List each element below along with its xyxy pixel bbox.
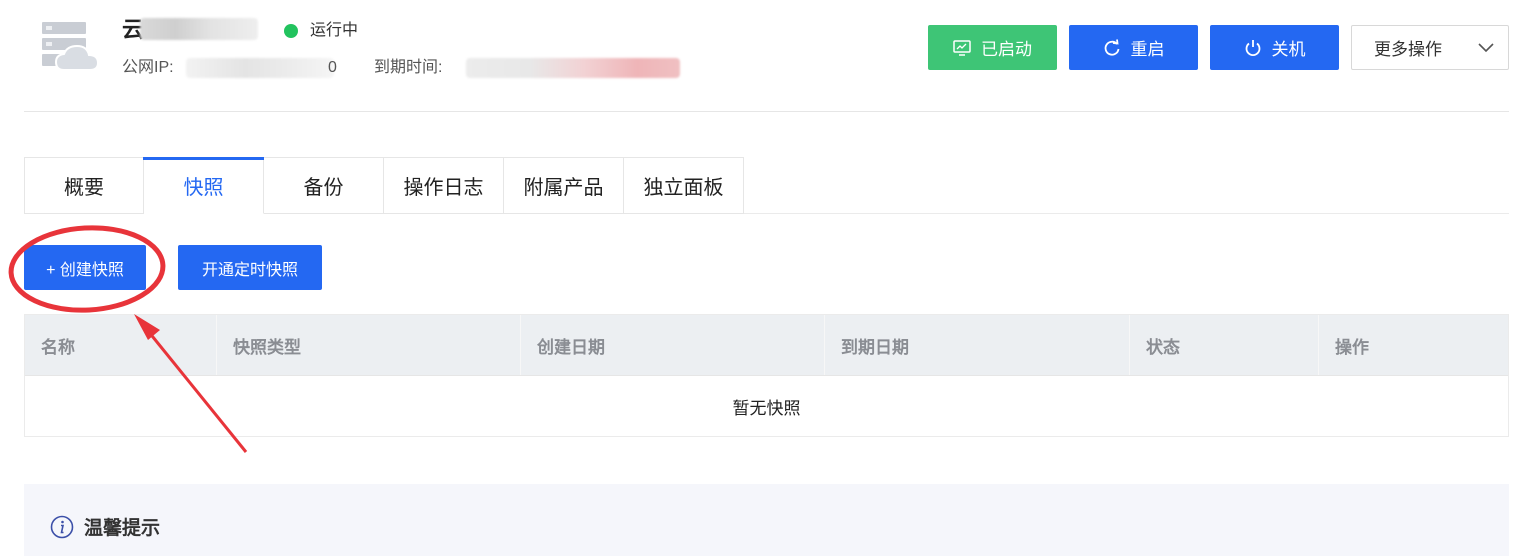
tips-panel: 温馨提示: [24, 484, 1509, 556]
more-actions-dropdown[interactable]: 更多操作: [1351, 25, 1509, 70]
table-header: 名称 快照类型 创建日期 到期日期 状态 操作: [25, 315, 1508, 375]
tab-operation-log[interactable]: 操作日志: [384, 157, 504, 214]
tips-title: 温馨提示: [50, 513, 160, 540]
shutdown-button[interactable]: 关机: [1210, 25, 1339, 70]
tab-panel[interactable]: 独立面板: [624, 157, 744, 214]
tab-overview[interactable]: 概要: [24, 157, 144, 214]
started-button[interactable]: 已启动: [928, 25, 1057, 70]
monitor-icon: [953, 39, 971, 56]
ip-tail: 0: [328, 59, 337, 76]
column-header-type: 快照类型: [217, 315, 521, 375]
more-label: 更多操作: [1374, 40, 1442, 59]
schedule-snapshot-button[interactable]: 开通定时快照: [178, 245, 322, 290]
expire-label: 到期时间:: [374, 59, 443, 76]
column-header-created: 创建日期: [521, 315, 825, 375]
power-icon: [1244, 39, 1262, 57]
info-icon: [50, 515, 74, 539]
shutdown-label: 关机: [1271, 40, 1306, 59]
status-text: 运行中: [310, 22, 359, 39]
restart-label: 重启: [1130, 40, 1165, 59]
ip-label: 公网IP:: [122, 59, 174, 76]
create-snapshot-button[interactable]: + 创建快照: [24, 245, 146, 290]
refresh-icon: [1103, 38, 1121, 57]
started-label: 已启动: [981, 40, 1032, 59]
header-divider: [24, 111, 1509, 112]
snapshot-table: 名称 快照类型 创建日期 到期日期 状态 操作 暂无快照: [24, 314, 1509, 437]
tab-attached-products[interactable]: 附属产品: [504, 157, 624, 214]
column-header-name: 名称: [25, 315, 217, 375]
chevron-down-icon: [1478, 38, 1494, 58]
ip-redacted: [186, 58, 334, 78]
tips-title-text: 温馨提示: [84, 518, 161, 539]
column-header-actions: 操作: [1335, 337, 1369, 357]
status-dot-icon: [284, 24, 298, 38]
tab-bar: 概要 快照 备份 操作日志 附属产品 独立面板: [24, 157, 744, 214]
expire-redacted: [466, 58, 680, 78]
server-name-redacted: [140, 18, 258, 40]
cloud-server-icon: [40, 18, 100, 74]
status-indicator: 运行中: [284, 20, 358, 42]
empty-state: 暂无快照: [25, 375, 1508, 436]
column-header-status: 状态: [1130, 315, 1319, 375]
tab-backup[interactable]: 备份: [264, 157, 384, 214]
tab-snapshot[interactable]: 快照: [143, 157, 264, 214]
restart-button[interactable]: 重启: [1069, 25, 1198, 70]
column-header-expire: 到期日期: [825, 315, 1130, 375]
